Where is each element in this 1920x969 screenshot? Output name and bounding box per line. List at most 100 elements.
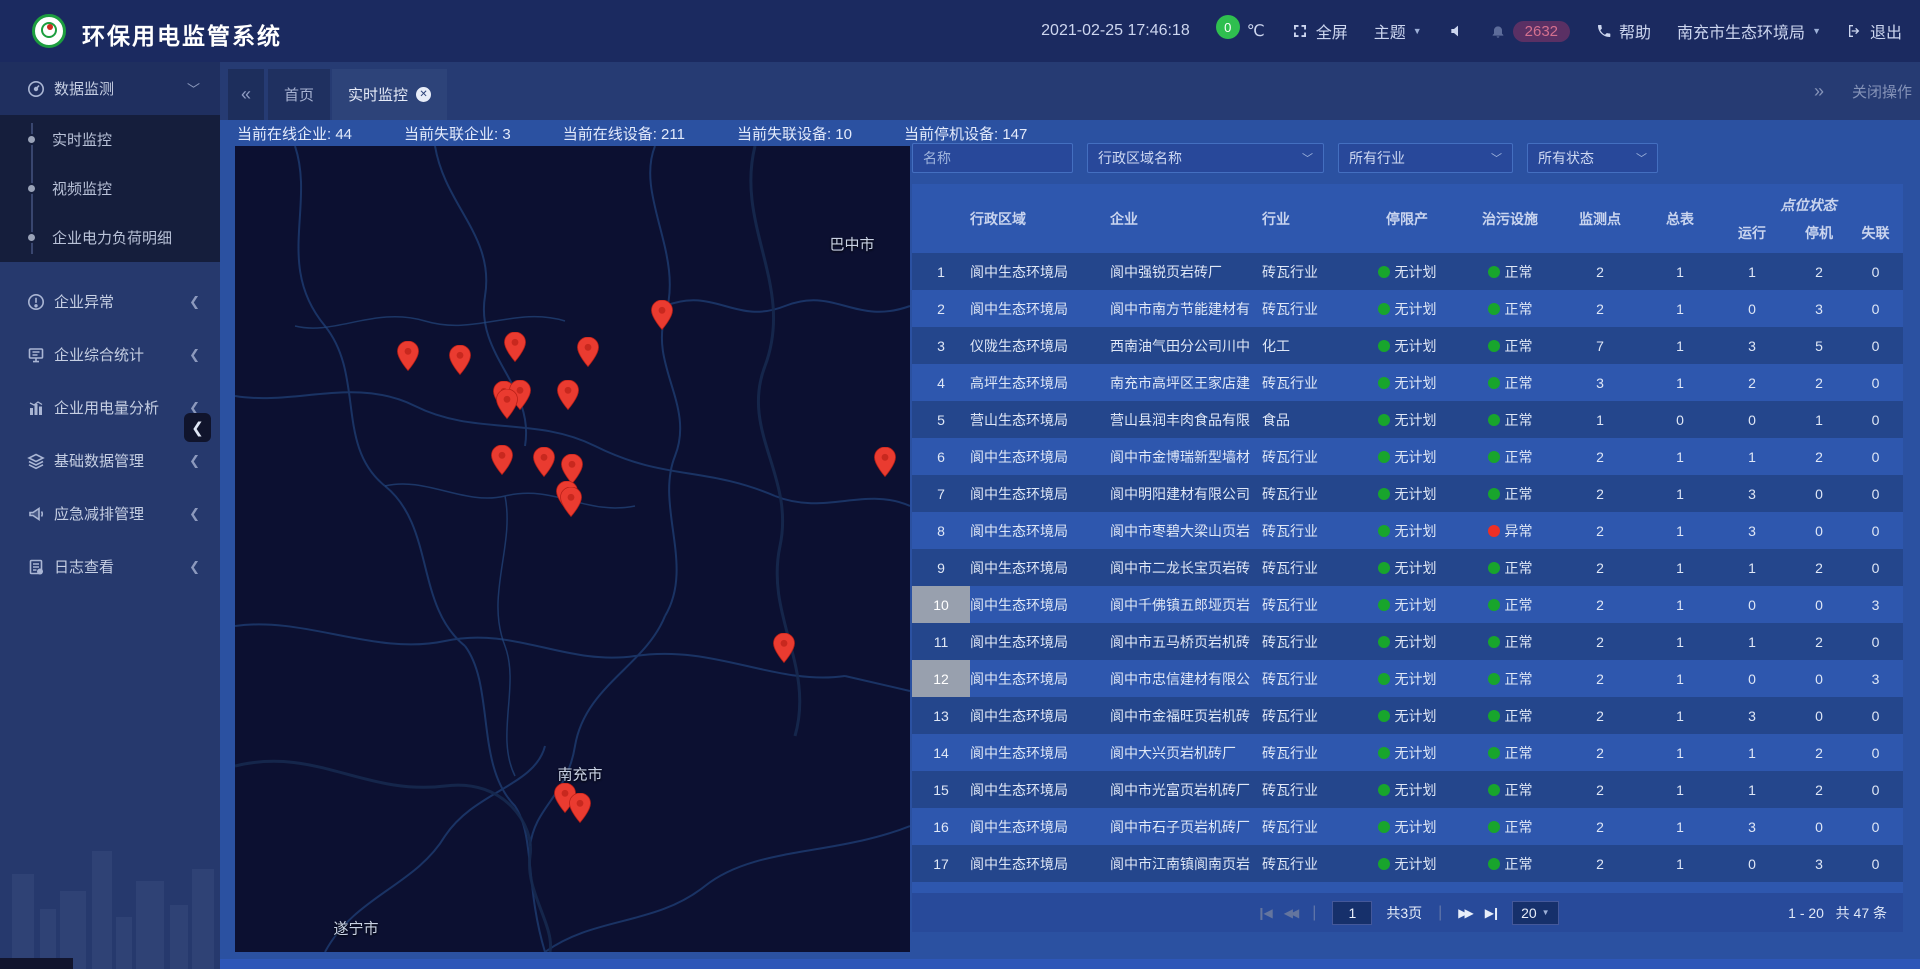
next-page-button[interactable]: ▶▶: [1458, 906, 1470, 920]
row-index-cell[interactable]: 6: [912, 438, 970, 475]
row-index-cell[interactable]: 8: [912, 512, 970, 549]
region-cell: 阆中生态环境局: [970, 697, 1110, 734]
monitor-points-cell: 2: [1554, 660, 1646, 697]
company-cell: 阆中强锐页岩砖厂: [1110, 253, 1262, 290]
sidebar-item-基础数据管理[interactable]: 基础数据管理❮: [0, 434, 220, 487]
row-index-cell[interactable]: 11: [912, 623, 970, 660]
status-dot-green-icon: [1488, 340, 1500, 352]
table-row[interactable]: 7阆中生态环境局阆中明阳建材有限公司砖瓦行业无计划正常21300: [912, 475, 1903, 512]
map-pin-icon[interactable]: [449, 345, 471, 375]
table-row[interactable]: 12阆中生态环境局阆中市忠信建材有限公砖瓦行业无计划正常21003: [912, 660, 1903, 697]
last-page-button[interactable]: ▶❙: [1485, 906, 1498, 920]
close-tab-icon[interactable]: ✕: [416, 87, 431, 102]
status-dot-green-icon: [1378, 377, 1390, 389]
theme-dropdown[interactable]: 主题 ▼: [1374, 19, 1422, 43]
close-operations-button[interactable]: 关闭操作: [1852, 81, 1912, 102]
map-pin-icon[interactable]: [577, 337, 599, 367]
table-row[interactable]: 2阆中生态环境局阆中市南方节能建材有砖瓦行业无计划正常21030: [912, 290, 1903, 327]
map-pin-icon[interactable]: [561, 454, 583, 484]
sidebar-item-企业综合统计[interactable]: 企业综合统计❮: [0, 328, 220, 381]
running-count-cell: 0: [1714, 882, 1790, 893]
fullscreen-button[interactable]: 全屏: [1291, 19, 1348, 43]
table-row[interactable]: 11阆中生态环境局阆中市五马桥页岩机砖砖瓦行业无计划正常21120: [912, 623, 1903, 660]
table-row[interactable]: 1阆中生态环境局阆中强锐页岩砖厂砖瓦行业无计划正常21120: [912, 253, 1903, 290]
map-pin-icon[interactable]: [560, 487, 582, 517]
row-index-cell[interactable]: 3: [912, 327, 970, 364]
map-pin-icon[interactable]: [504, 332, 526, 362]
tabs-scroll-right-button[interactable]: »: [1814, 81, 1824, 102]
table-row[interactable]: 13阆中生态环境局阆中市金福旺页岩机砖砖瓦行业无计划正常21300: [912, 697, 1903, 734]
status-filter-select[interactable]: 所有状态 ﹀: [1527, 143, 1658, 173]
tab-首页[interactable]: 首页: [268, 69, 330, 120]
lost-count-cell: 0: [1848, 401, 1903, 438]
table-row[interactable]: 9阆中生态环境局阆中市二龙长宝页岩砖砖瓦行业无计划正常21120: [912, 549, 1903, 586]
map-pin-icon[interactable]: [533, 447, 555, 477]
table-row[interactable]: 15阆中生态环境局阆中市光富页岩机砖厂砖瓦行业无计划正常21120: [912, 771, 1903, 808]
monitor-points-cell: 2: [1554, 253, 1646, 290]
sidebar-collapse-button[interactable]: ❮: [184, 413, 211, 442]
industry-filter-select[interactable]: 所有行业 ﹀: [1338, 143, 1513, 173]
notifications[interactable]: 2632: [1490, 21, 1570, 42]
row-index-cell[interactable]: 14: [912, 734, 970, 771]
sidebar-item-数据监测[interactable]: 数据监测﹀: [0, 62, 220, 115]
map-pin-icon[interactable]: [397, 341, 419, 371]
chevron-down-icon: ▼: [1542, 908, 1550, 917]
status-dot-green-icon: [1488, 673, 1500, 685]
table-row[interactable]: 4高坪生态环境局南充市高坪区王家店建砖瓦行业无计划正常31220: [912, 364, 1903, 401]
sidebar-item-日志查看[interactable]: 日志查看❮: [0, 540, 220, 593]
sidebar-subitem-企业电力负荷明细[interactable]: 企业电力负荷明细: [0, 213, 220, 262]
sidebar-subitem-视频监控[interactable]: 视频监控: [0, 164, 220, 213]
row-index-cell[interactable]: 15: [912, 771, 970, 808]
region-filter-select[interactable]: 行政区域名称 ﹀: [1087, 143, 1324, 173]
row-index-cell[interactable]: 10: [912, 586, 970, 623]
help-button[interactable]: 帮助: [1596, 19, 1651, 43]
row-index-cell[interactable]: 13: [912, 697, 970, 734]
map-pin-icon[interactable]: [569, 793, 591, 823]
map-pin-icon[interactable]: [557, 380, 579, 410]
table-row[interactable]: 16阆中生态环境局阆中市石子页岩机砖厂砖瓦行业无计划正常21300: [912, 808, 1903, 845]
table-row[interactable]: 6阆中生态环境局阆中市金博瑞新型墙材砖瓦行业无计划正常21120: [912, 438, 1903, 475]
org-dropdown[interactable]: 南充市生态环境局 ▼: [1677, 19, 1821, 43]
temperature-display: 0 ℃: [1216, 21, 1265, 41]
row-index-cell[interactable]: 1: [912, 253, 970, 290]
map-pin-icon[interactable]: [491, 445, 513, 475]
map-pin-icon[interactable]: [874, 447, 896, 477]
map-panel[interactable]: 巴中市南充市遂宁市: [235, 146, 910, 952]
sidebar-item-应急减排管理[interactable]: 应急减排管理❮: [0, 487, 220, 540]
prev-page-button[interactable]: ◀◀: [1284, 906, 1296, 920]
first-page-button[interactable]: ❙◀: [1256, 906, 1269, 920]
row-index-cell[interactable]: 12: [912, 660, 970, 697]
logout-button[interactable]: 退出: [1847, 19, 1902, 43]
tabs-scroll-left-button[interactable]: «: [228, 69, 264, 120]
plan-status-cell: 无计划: [1348, 697, 1466, 734]
table-row[interactable]: 17阆中生态环境局阆中市江南镇阆南页岩砖瓦行业无计划正常21030: [912, 845, 1903, 882]
table-row[interactable]: 18南部生态环境局南部县砖华页岩有限公建材行业无计划正常10010: [912, 882, 1903, 893]
row-index-cell[interactable]: 5: [912, 401, 970, 438]
map-pin-icon[interactable]: [496, 389, 518, 419]
tab-实时监控[interactable]: 实时监控✕: [332, 69, 447, 120]
sidebar-item-企业异常[interactable]: 企业异常❮: [0, 275, 220, 328]
row-index-cell[interactable]: 7: [912, 475, 970, 512]
table-row[interactable]: 8阆中生态环境局阆中市枣碧大梁山页岩砖瓦行业无计划异常21300: [912, 512, 1903, 549]
chevron-left-icon: ❮: [189, 294, 200, 310]
row-index-cell[interactable]: 2: [912, 290, 970, 327]
sidebar-subitem-实时监控[interactable]: 实时监控: [0, 115, 220, 164]
table-row[interactable]: 10阆中生态环境局阆中千佛镇五郎垭页岩砖瓦行业无计划正常21003: [912, 586, 1903, 623]
table-row[interactable]: 3仪陇生态环境局西南油气田分公司川中化工无计划正常71350: [912, 327, 1903, 364]
row-index-cell[interactable]: 4: [912, 364, 970, 401]
status-dot-green-icon: [1378, 303, 1390, 315]
row-index-cell[interactable]: 9: [912, 549, 970, 586]
region-cell: 阆中生态环境局: [970, 253, 1110, 290]
table-row[interactable]: 14阆中生态环境局阆中大兴页岩机砖厂砖瓦行业无计划正常21120: [912, 734, 1903, 771]
map-pin-icon[interactable]: [651, 300, 673, 330]
row-index-cell[interactable]: 16: [912, 808, 970, 845]
row-index-cell[interactable]: 17: [912, 845, 970, 882]
company-cell: 阆中市光富页岩机砖厂: [1110, 771, 1262, 808]
page-size-select[interactable]: 20 ▼: [1512, 901, 1559, 925]
table-row[interactable]: 5营山生态环境局营山县润丰肉食品有限食品无计划正常10010: [912, 401, 1903, 438]
name-filter-input[interactable]: [923, 150, 1062, 166]
sound-button[interactable]: [1448, 23, 1464, 39]
page-number-input[interactable]: [1332, 901, 1372, 925]
map-pin-icon[interactable]: [773, 633, 795, 663]
row-index-cell[interactable]: 18: [912, 882, 970, 893]
